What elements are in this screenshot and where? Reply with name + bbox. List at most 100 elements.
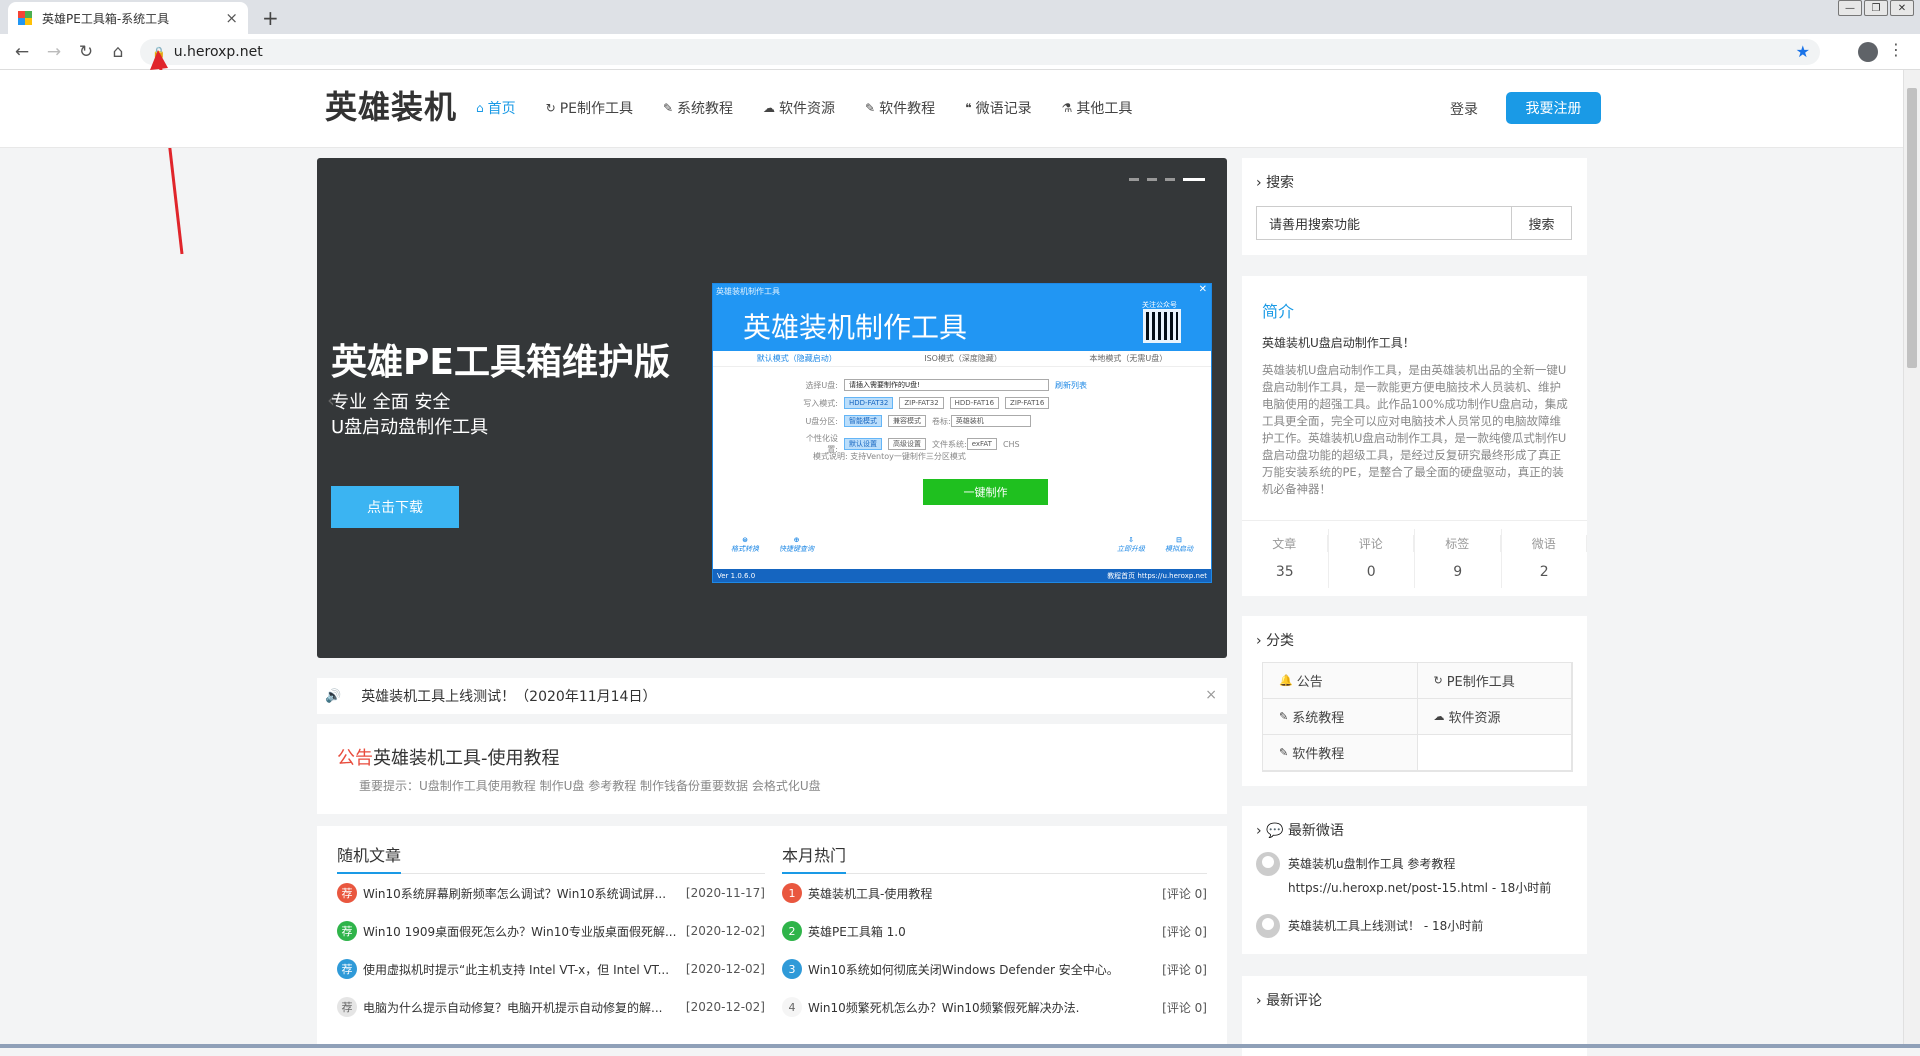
- article-title[interactable]: Win10系统屏幕刷新频率怎么调试？Win10系统调试屏...: [363, 885, 678, 902]
- login-link[interactable]: 登录: [1450, 99, 1478, 119]
- download-button[interactable]: 点击下载: [331, 486, 459, 528]
- carousel-dot[interactable]: [1147, 178, 1157, 181]
- article-title[interactable]: Win10系统如何彻底关闭Windows Defender 安全中心。: [808, 961, 1154, 978]
- category-pe-tools[interactable]: ↻ PE制作工具: [1417, 663, 1572, 699]
- forward-icon[interactable]: →: [38, 42, 70, 62]
- article-meta: [2020-12-02]: [685, 1000, 765, 1014]
- hot-article-row[interactable]: 3 Win10系统如何彻底关闭Windows Defender 安全中心。 [评论 …: [782, 950, 1207, 988]
- shot-refresh: 刷新列表: [1055, 380, 1087, 390]
- article-meta: [2020-12-02]: [685, 962, 765, 976]
- nav-software-resources[interactable]: ☁ 软件资源: [763, 98, 835, 118]
- scrollbar-thumb[interactable]: [1907, 88, 1917, 368]
- carousel-dot-active[interactable]: [1183, 178, 1205, 181]
- article-title[interactable]: Win10 1909桌面假死怎么办？Win10专业版桌面假死解...: [363, 923, 678, 940]
- announcement-text[interactable]: 英雄装机工具上线测试！（2020年11月14日）: [361, 686, 656, 706]
- nav-home[interactable]: ⌂ 首页: [476, 98, 516, 118]
- restore-icon[interactable]: ❐: [1864, 0, 1888, 16]
- close-window-icon[interactable]: ✕: [1890, 0, 1914, 16]
- article-meta: [评论 0]: [1162, 962, 1207, 977]
- quote-icon: ❝: [965, 101, 972, 115]
- profile-avatar-icon[interactable]: [1858, 42, 1878, 62]
- shot-caption: 英雄装机制作工具: [716, 287, 780, 296]
- banner-title: 英雄PE工具箱维护版: [331, 342, 670, 383]
- post-title[interactable]: 公告英雄装机工具-使用教程: [337, 744, 560, 770]
- search-heading: › 搜索: [1256, 175, 1295, 191]
- speaker-icon: 🔊: [325, 688, 342, 704]
- site-logo[interactable]: 英雄装机: [325, 82, 457, 128]
- brush-icon: ✎: [865, 101, 876, 115]
- shot-select: exFAT: [966, 438, 997, 450]
- hot-article-row[interactable]: 2 英雄PE工具箱 1.0 [评论 0]: [782, 912, 1207, 950]
- category-software-tutorials[interactable]: ✎ 软件教程: [1263, 735, 1418, 771]
- back-icon[interactable]: ←: [6, 42, 38, 62]
- article-meta: [评论 0]: [1162, 1000, 1207, 1015]
- category-software-resources[interactable]: ☁ 软件资源: [1417, 699, 1572, 735]
- carousel-dot[interactable]: [1165, 178, 1175, 181]
- shot-label: 文件系统:: [932, 439, 967, 449]
- category-system-tutorials[interactable]: ✎ 系统教程: [1263, 699, 1418, 735]
- window-controls: — ❐ ✕: [1836, 0, 1914, 16]
- shot-status-bar: Ver 1.0.6.0 教程首页 https://u.heroxp.net: [713, 569, 1211, 582]
- nav-pe-tools[interactable]: ↻ PE制作工具: [546, 98, 633, 118]
- shot-label: U盘分区:: [805, 416, 838, 426]
- announcement-bar: 🔊 英雄装机工具上线测试！（2020年11月14日） ×: [317, 678, 1227, 714]
- rank-badge: 荐: [337, 921, 357, 941]
- featured-post: 公告英雄装机工具-使用教程 重要提示：U盘制作工具使用教程 制作U盘 参考教程 …: [317, 724, 1227, 814]
- site-stats: 文章 35 评论 0 标签 9 微语 2: [1242, 520, 1587, 596]
- search-input[interactable]: 请善用搜索功能: [1256, 206, 1512, 240]
- hot-articles: 本月热门 1 英雄装机工具-使用教程 [评论 0] 2 英雄PE工具箱 1.0 [评论 0…: [782, 842, 1207, 1026]
- microblog-item[interactable]: 英雄装机工具上线测试！ - 18小时前: [1256, 914, 1483, 938]
- minimize-icon[interactable]: —: [1838, 0, 1862, 16]
- category-empty-cell: [1417, 735, 1572, 771]
- browser-tab[interactable]: 英雄PE工具箱-系统工具 ×: [8, 2, 248, 34]
- home-icon: ⌂: [476, 101, 484, 115]
- category-heading: › 分类: [1256, 633, 1295, 649]
- random-article-row[interactable]: 荐 Win10系统屏幕刷新频率怎么调试？Win10系统调试屏... [2020-11…: [337, 874, 765, 912]
- nav-system-tutorials[interactable]: ✎ 系统教程: [663, 98, 733, 118]
- hot-article-row[interactable]: 4 Win10频繁死机怎么办？Win10频繁假死解决办法. [评论 0]: [782, 988, 1207, 1026]
- article-title[interactable]: 使用虚拟机时提示“此主机支持 Intel VT-x，但 Intel VT...: [363, 961, 678, 978]
- random-article-row[interactable]: 荐电脑为什么提示自动修复？电脑开机提示自动修复的解... [2020-12-02]: [337, 988, 765, 1026]
- browser-menu-icon[interactable]: ⋮: [1888, 40, 1904, 59]
- random-article-row[interactable]: 荐 Win10 1909桌面假死怎么办？Win10专业版桌面假死解... [2020…: [337, 912, 765, 950]
- nav-microblog[interactable]: ❝ 微语记录: [965, 98, 1031, 118]
- close-icon[interactable]: ×: [1205, 687, 1217, 703]
- browser-toolbar: ← → ↻ ⌂ 🔒 u.heroxp.net ★: [0, 34, 1920, 70]
- microblog-item[interactable]: 英雄装机u盘制作工具 参考教程 https://u.heroxp.net/post…: [1256, 852, 1551, 900]
- category-announcement[interactable]: 🔔 公告: [1263, 663, 1418, 699]
- search-button[interactable]: 搜索: [1512, 206, 1572, 240]
- register-button[interactable]: 我要注册: [1506, 92, 1601, 124]
- stat-tags: 标签 9: [1415, 529, 1502, 588]
- address-bar[interactable]: 🔒 u.heroxp.net ★: [140, 39, 1820, 65]
- article-title[interactable]: Win10频繁死机怎么办？Win10频繁假死解决办法.: [808, 999, 1154, 1016]
- shot-option: 智能模式: [844, 415, 882, 427]
- article-title[interactable]: 英雄装机工具-使用教程: [808, 885, 1154, 902]
- nav-software-tutorials[interactable]: ✎ 软件教程: [865, 98, 935, 118]
- shot-mode: ISO模式（深度隐藏）: [924, 354, 1002, 363]
- rank-badge: 4: [782, 997, 802, 1017]
- reload-icon[interactable]: ↻: [70, 42, 102, 62]
- article-title[interactable]: 电脑为什么提示自动修复？电脑开机提示自动修复的解...: [363, 999, 678, 1016]
- cloud-icon: ☁: [1433, 710, 1445, 723]
- tab-title: 英雄PE工具箱-系统工具: [42, 11, 170, 26]
- tab-close-icon[interactable]: ×: [225, 9, 238, 27]
- nav-other-tools[interactable]: ⚗ 其他工具: [1062, 98, 1133, 118]
- category-widget: › 分类 🔔 公告 ↻ PE制作工具 ✎ 系统教程 ☁ 软件资源 ✎ 软件教程: [1242, 616, 1587, 786]
- stat-articles: 文章 35: [1242, 529, 1329, 588]
- carousel-dot[interactable]: [1129, 178, 1139, 181]
- random-article-row[interactable]: 荐使用虚拟机时提示“此主机支持 Intel VT-x，但 Intel VT...…: [337, 950, 765, 988]
- cloud-icon: ☁: [763, 101, 776, 115]
- microblog-link[interactable]: https://u.heroxp.net/post-15.html - 18小时…: [1288, 876, 1551, 900]
- new-tab-button[interactable]: +: [262, 6, 279, 30]
- shot-status-link: 教程首页 https://u.heroxp.net: [1107, 571, 1207, 580]
- refresh-icon: ↻: [1433, 674, 1443, 687]
- article-title[interactable]: 英雄PE工具箱 1.0: [808, 923, 1154, 940]
- rank-badge: 荐: [337, 997, 357, 1017]
- hot-article-row[interactable]: 1 英雄装机工具-使用教程 [评论 0]: [782, 874, 1207, 912]
- qr-code-icon: [1143, 309, 1181, 343]
- article-lists: 随机文章 荐 Win10系统屏幕刷新频率怎么调试？Win10系统调试屏... [20…: [317, 826, 1227, 1048]
- home-icon[interactable]: ⌂: [102, 42, 134, 62]
- rank-badge: 2: [782, 921, 802, 941]
- bookmark-star-icon[interactable]: ★: [1796, 42, 1810, 61]
- shot-bottom-label: 立即升级: [1117, 545, 1145, 553]
